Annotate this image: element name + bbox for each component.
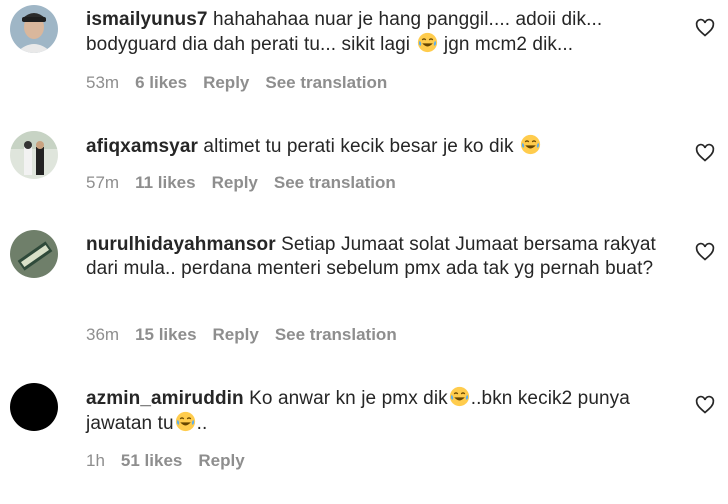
laughing-emoji-icon: [449, 386, 469, 407]
heart-outline-icon[interactable]: [695, 395, 715, 415]
likes-count[interactable]: 15 likes: [135, 325, 196, 344]
comment-meta: 1h 51 likes Reply: [86, 451, 261, 471]
comment-time: 57m: [86, 173, 120, 192]
couple-avatar-icon: [10, 131, 58, 179]
likes-count[interactable]: 51 likes: [121, 451, 182, 470]
blank-avatar-icon: [10, 383, 58, 431]
likes-count[interactable]: 11 likes: [135, 173, 196, 192]
comment-body: ismailyunus7 hahahahaa nuar je hang pang…: [86, 8, 676, 57]
reply-button[interactable]: Reply: [203, 73, 249, 92]
see-translation-link[interactable]: See translation: [265, 73, 387, 92]
heart-outline-icon[interactable]: [695, 143, 715, 163]
avatar[interactable]: [10, 131, 58, 179]
reply-button[interactable]: Reply: [213, 325, 259, 344]
comment-body: nurulhidayahmansor Setiap Jumaat solat J…: [86, 233, 676, 281]
likes-count[interactable]: 6 likes: [135, 73, 187, 92]
comment-username[interactable]: afiqxamsyar: [86, 136, 198, 157]
avatar[interactable]: [10, 383, 58, 431]
reply-button[interactable]: Reply: [212, 173, 258, 192]
comment-text-tail: jgn mcm2 dik...: [438, 34, 574, 55]
laughing-emoji-icon: [175, 411, 195, 432]
comment-text-tail: ..: [196, 413, 208, 434]
avatar[interactable]: [10, 230, 58, 278]
comment-time: 1h: [86, 451, 105, 470]
comment-username[interactable]: ismailyunus7: [86, 9, 208, 30]
comment-time: 53m: [86, 73, 120, 92]
comment-text: Ko anwar kn je pmx dik: [249, 388, 448, 409]
comment-meta: 36m 15 likes Reply See translation: [86, 325, 413, 345]
book-avatar-icon: [10, 230, 58, 278]
comment-time: 36m: [86, 325, 120, 344]
heart-outline-icon[interactable]: [695, 18, 715, 38]
comment-username[interactable]: nurulhidayahmansor: [86, 234, 276, 255]
see-translation-link[interactable]: See translation: [274, 173, 396, 192]
reply-button[interactable]: Reply: [198, 451, 244, 470]
laughing-emoji-icon: [520, 134, 541, 155]
comment-body: azmin_amiruddin Ko anwar kn je pmx dik..…: [86, 386, 676, 436]
avatar[interactable]: [10, 5, 58, 53]
comment-body: afiqxamsyar altimet tu perati kecik besa…: [86, 134, 676, 159]
person-avatar-icon: [10, 5, 58, 53]
comment-meta: 57m 11 likes Reply See translation: [86, 173, 412, 193]
laughing-emoji-icon: [417, 32, 437, 53]
comment-username[interactable]: azmin_amiruddin: [86, 388, 244, 409]
comment-text: altimet tu perati kecik besar je ko dik: [203, 136, 519, 157]
see-translation-link[interactable]: See translation: [275, 325, 397, 344]
heart-outline-icon[interactable]: [695, 242, 715, 262]
comment-meta: 53m 6 likes Reply See translation: [86, 73, 403, 93]
